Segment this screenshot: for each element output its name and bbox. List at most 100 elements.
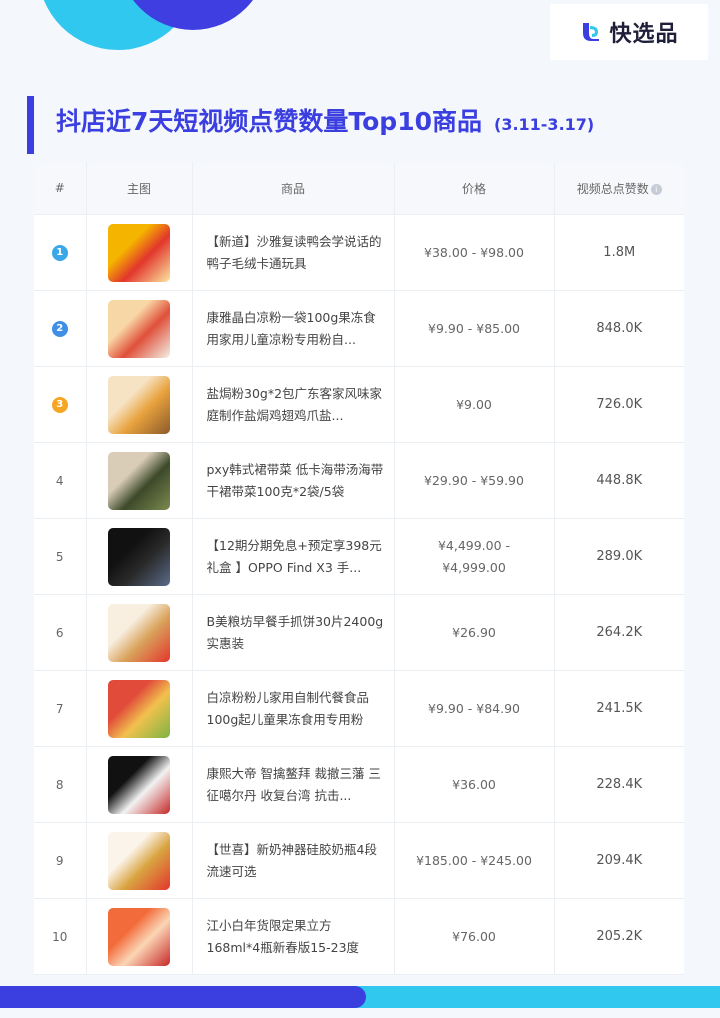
product-thumbnail[interactable] [108, 223, 170, 282]
video-likes: 264.2K [554, 594, 684, 671]
table-row[interactable]: 8 康熙大帝 智擒鳌拜 裁撤三藩 三征噶尔丹 收复台湾 抗击... ¥36.00 22… [34, 746, 684, 823]
product-name-cell: pxy韩式裙带菜 低卡海带汤海带干裙带菜100克*2袋/5袋 [192, 442, 395, 519]
product-thumbnail[interactable] [108, 451, 170, 510]
video-likes: 448.8K [554, 442, 684, 519]
image-cell [86, 290, 193, 367]
image-cell [86, 214, 193, 291]
col-header-rank: # [34, 162, 87, 215]
col-header-likes: 视频总点赞数 i [554, 162, 684, 215]
video-likes: 848.0K [554, 290, 684, 367]
rank-badge: 2 [51, 320, 68, 337]
video-likes: 228.4K [554, 746, 684, 823]
video-likes: 241.5K [554, 670, 684, 747]
product-price: ¥9.90 - ¥84.90 [394, 670, 555, 747]
product-thumbnail[interactable] [108, 907, 170, 966]
product-name-cell: B美粮坊早餐手抓饼30片2400g实惠装 [192, 594, 395, 671]
product-name[interactable]: pxy韩式裙带菜 低卡海带汤海带干裙带菜100克*2袋/5袋 [207, 459, 384, 503]
table-row[interactable]: 5 【12期分期免息+预定享398元礼盒 】OPPO Find X3 手... ¥4… [34, 518, 684, 595]
col-header-product: 商品 [192, 162, 395, 215]
rank-number: 7 [55, 701, 64, 716]
table-row[interactable]: 2 康雅晶白凉粉一袋100g果冻食用家用儿童凉粉专用粉自... ¥9.90 - ¥8… [34, 290, 684, 367]
rank-cell: 3 [34, 366, 87, 443]
product-name[interactable]: B美粮坊早餐手抓饼30片2400g实惠装 [207, 611, 384, 655]
page-title: 抖店近7天短视频点赞数量Top10商品 (3.11-3.17) [56, 102, 594, 138]
product-name[interactable]: 康熙大帝 智擒鳌拜 裁撤三藩 三征噶尔丹 收复台湾 抗击... [207, 763, 384, 807]
product-name[interactable]: 康雅晶白凉粉一袋100g果冻食用家用儿童凉粉专用粉自... [207, 307, 384, 351]
image-cell [86, 822, 193, 899]
page-title-text: 抖店近7天短视频点赞数量Top10商品 [56, 107, 482, 136]
table-row[interactable]: 4 pxy韩式裙带菜 低卡海带汤海带干裙带菜100克*2袋/5袋 ¥29.90 - … [34, 442, 684, 519]
product-thumbnail[interactable] [108, 527, 170, 586]
product-price: ¥76.00 [394, 898, 555, 975]
product-name[interactable]: 盐焗粉30g*2包广东客家风味家庭制作盐焗鸡翅鸡爪盐... [207, 383, 384, 427]
product-name[interactable]: 白凉粉粉儿家用自制代餐食品100g起儿童果冻食用专用粉 [207, 687, 384, 731]
rank-number: 9 [55, 853, 64, 868]
product-name-cell: 【新道】沙雅复读鸭会学说话的鸭子毛绒卡通玩具 [192, 214, 395, 291]
rank-cell: 10 [34, 898, 87, 975]
table-row[interactable]: 9 【世喜】新奶神器硅胶奶瓶4段流速可选 ¥185.00 - ¥245.00 209.… [34, 822, 684, 899]
image-cell [86, 518, 193, 595]
product-name-cell: 白凉粉粉儿家用自制代餐食品100g起儿童果冻食用专用粉 [192, 670, 395, 747]
rank-cell: 4 [34, 442, 87, 519]
table-row[interactable]: 3 盐焗粉30g*2包广东客家风味家庭制作盐焗鸡翅鸡爪盐... ¥9.00 726.0… [34, 366, 684, 443]
product-name[interactable]: 江小白年货限定果立方168ml*4瓶新春版15-23度 [207, 915, 384, 959]
rank-badge: 3 [51, 396, 68, 413]
product-price: ¥36.00 [394, 746, 555, 823]
rank-cell: 5 [34, 518, 87, 595]
product-thumbnail[interactable] [108, 679, 170, 738]
rank-cell: 9 [34, 822, 87, 899]
product-price: ¥9.90 - ¥85.00 [394, 290, 555, 367]
product-price: ¥29.90 - ¥59.90 [394, 442, 555, 519]
rank-cell: 1 [34, 214, 87, 291]
product-price: ¥185.00 - ¥245.00 [394, 822, 555, 899]
table-header-row: # 主图 商品 价格 视频总点赞数 i [34, 162, 684, 215]
image-cell [86, 366, 193, 443]
ranking-table: # 主图 商品 价格 视频总点赞数 i 1 【新道】沙雅复读鸭会学说话的鸭子毛绒卡通… [34, 162, 684, 975]
product-thumbnail[interactable] [108, 375, 170, 434]
brand-name: 快选品 [609, 22, 679, 47]
rank-number: 8 [55, 777, 64, 792]
image-cell [86, 670, 193, 747]
product-name-cell: 【12期分期免息+预定享398元礼盒 】OPPO Find X3 手... [192, 518, 395, 595]
col-header-likes-label: 视频总点赞数 [576, 181, 649, 196]
col-header-image: 主图 [86, 162, 193, 215]
rank-cell: 6 [34, 594, 87, 671]
video-likes: 209.4K [554, 822, 684, 899]
rank-cell: 7 [34, 670, 87, 747]
product-name[interactable]: 【新道】沙雅复读鸭会学说话的鸭子毛绒卡通玩具 [207, 231, 384, 275]
rank-number: 4 [55, 473, 64, 488]
rank-cell: 2 [34, 290, 87, 367]
product-name[interactable]: 【世喜】新奶神器硅胶奶瓶4段流速可选 [207, 839, 384, 883]
image-cell [86, 442, 193, 519]
rank-badge: 1 [51, 244, 68, 261]
product-thumbnail[interactable] [108, 755, 170, 814]
brand-logo: 快选品 [550, 4, 708, 60]
product-thumbnail[interactable] [108, 831, 170, 890]
table-row[interactable]: 10 江小白年货限定果立方168ml*4瓶新春版15-23度 ¥76.00 205.2… [34, 898, 684, 975]
kuaixuanpin-logo-icon [583, 23, 600, 41]
product-price: ¥26.90 [394, 594, 555, 671]
rank-number: 10 [52, 929, 68, 944]
image-cell [86, 746, 193, 823]
product-thumbnail[interactable] [108, 299, 170, 358]
rank-number: 5 [55, 549, 64, 564]
video-likes: 205.2K [554, 898, 684, 975]
product-price: ¥4,499.00 - ¥4,999.00 [394, 518, 555, 595]
video-likes: 726.0K [554, 366, 684, 443]
video-likes: 289.0K [554, 518, 684, 595]
product-name-cell: 康雅晶白凉粉一袋100g果冻食用家用儿童凉粉专用粉自... [192, 290, 395, 367]
image-cell [86, 898, 193, 975]
table-row[interactable]: 6 B美粮坊早餐手抓饼30片2400g实惠装 ¥26.90 264.2K [34, 594, 684, 671]
rank-number: 6 [55, 625, 64, 640]
image-cell [86, 594, 193, 671]
product-name-cell: 康熙大帝 智擒鳌拜 裁撤三藩 三征噶尔丹 收复台湾 抗击... [192, 746, 395, 823]
product-thumbnail[interactable] [108, 603, 170, 662]
table-row[interactable]: 1 【新道】沙雅复读鸭会学说话的鸭子毛绒卡通玩具 ¥38.00 - ¥98.00 1.… [34, 214, 684, 291]
rank-cell: 8 [34, 746, 87, 823]
product-price: ¥9.00 [394, 366, 555, 443]
table-row[interactable]: 7 白凉粉粉儿家用自制代餐食品100g起儿童果冻食用专用粉 ¥9.90 - ¥84.… [34, 670, 684, 747]
product-name[interactable]: 【12期分期免息+预定享398元礼盒 】OPPO Find X3 手... [207, 535, 384, 579]
video-likes: 1.8M [554, 214, 684, 291]
product-price: ¥38.00 - ¥98.00 [394, 214, 555, 291]
info-circle-icon[interactable]: i [650, 183, 662, 195]
